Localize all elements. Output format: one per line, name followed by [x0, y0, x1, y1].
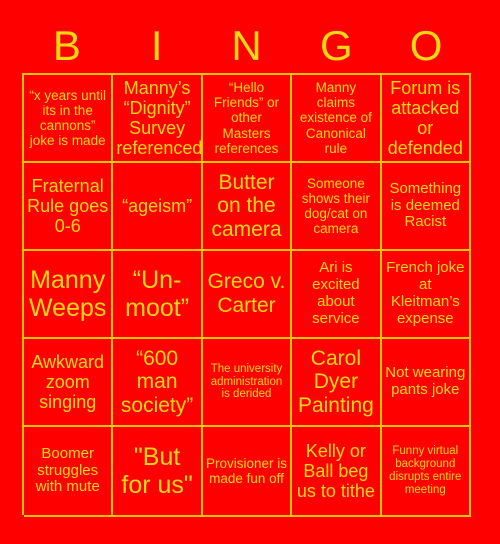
bingo-grid: “x years until its in the cannons” joke … [22, 73, 471, 517]
bingo-header: B I N G O [22, 18, 471, 73]
bingo-cell-r3c4[interactable]: Ari is excited about service [292, 251, 382, 339]
bingo-cell-r3c1[interactable]: Manny Weeps [24, 251, 114, 339]
bingo-cell-r5c1[interactable]: Boomer struggles with mute [24, 427, 114, 517]
bingo-cell-r2c4[interactable]: Someone shows their dog/cat on camera [292, 163, 382, 251]
bingo-cell-text: Manny claims existence of Canonical rule [299, 80, 372, 156]
bingo-cell-text: French joke at Kleitman’s expense [386, 259, 465, 327]
bingo-cell-r1c5[interactable]: Forum is attacked or defended [381, 75, 471, 163]
bingo-cell-text: Ari is excited about service [312, 259, 360, 327]
bingo-cell-text: Provisioner is made fun off [205, 455, 287, 486]
bingo-cell-r1c1[interactable]: “x years until its in the cannons” joke … [24, 75, 114, 163]
bingo-cell-r5c2[interactable]: "But for us" [113, 427, 203, 517]
bingo-cell-text: “Hello Friends” or other Masters referen… [213, 80, 280, 156]
bingo-cell-text: Kelly or Ball beg us to tithe [296, 440, 375, 502]
bingo-cell-text: Fraternal Rule goes 0-6 [27, 175, 109, 237]
bingo-cell-text: Something is deemed Racist [389, 179, 462, 231]
bingo-cell-r4c1[interactable]: Awkward zoom singing [24, 339, 114, 427]
header-letter-n: N [231, 21, 262, 69]
bingo-cell-r4c4[interactable]: Carol Dyer Painting [292, 339, 382, 427]
bingo-cell-text: The university administration is derided [210, 362, 283, 401]
bingo-cell-text: “ageism” [122, 195, 193, 216]
bingo-cell-text: “Un-moot” [125, 266, 190, 322]
bingo-cell-text: Funny virtual background disrupts entire… [389, 445, 462, 496]
bingo-cell-r2c2[interactable]: “ageism” [113, 163, 203, 251]
bingo-cell-text: Not wearing pants joke [385, 364, 466, 398]
bingo-cell-r5c4[interactable]: Kelly or Ball beg us to tithe [292, 427, 382, 517]
bingo-cell-r4c5[interactable]: Not wearing pants joke [381, 339, 471, 427]
bingo-cell-r2c1[interactable]: Fraternal Rule goes 0-6 [24, 163, 114, 251]
bingo-cell-text: Forum is attacked or defended [387, 77, 463, 159]
bingo-cell-r4c2[interactable]: “600 man society” [113, 339, 203, 427]
bingo-cell-text: "But for us" [121, 443, 193, 499]
bingo-cell-r4c3[interactable]: The university administration is derided [202, 339, 293, 427]
header-letter-b: B [52, 21, 81, 69]
bingo-cell-r2c3[interactable]: Butter on the camera [202, 163, 293, 251]
bingo-cell-text: Greco v. Carter [207, 270, 286, 317]
bingo-cell-r3c5[interactable]: French joke at Kleitman’s expense [381, 251, 471, 339]
header-letter-g: G [319, 21, 353, 69]
bingo-cell-text: Boomer struggles with mute [35, 444, 100, 496]
header-letter-i: I [150, 21, 163, 69]
bingo-cell-text: Someone shows their dog/cat on camera [301, 175, 371, 237]
bingo-cell-r5c3[interactable]: Provisioner is made fun off [202, 427, 293, 517]
bingo-cell-text: Manny Weeps [29, 266, 107, 322]
bingo-cell-r2c5[interactable]: Something is deemed Racist [381, 163, 471, 251]
bingo-cell-r1c4[interactable]: Manny claims existence of Canonical rule [292, 75, 382, 163]
bingo-cell-r3c3[interactable]: Greco v. Carter [202, 251, 293, 339]
bingo-cell-text: Carol Dyer Painting [297, 346, 374, 417]
bingo-cell-r3c2[interactable]: “Un-moot” [113, 251, 203, 339]
bingo-cell-text: “x years until its in the cannons” joke … [29, 87, 106, 149]
bingo-cell-r5c5[interactable]: Funny virtual background disrupts entire… [381, 427, 471, 517]
bingo-cell-r1c3[interactable]: “Hello Friends” or other Masters referen… [202, 75, 293, 163]
header-letter-o: O [409, 21, 443, 69]
bingo-card: B I N G O “x years until its in the cann… [0, 0, 500, 544]
bingo-cell-text: “600 man society” [120, 346, 194, 417]
bingo-cell-text: Awkward zoom singing [31, 351, 105, 413]
bingo-cell-r1c2[interactable]: Manny’s “Dignity” Survey referenced [113, 75, 203, 163]
bingo-cell-text: Manny’s “Dignity” Survey referenced [116, 77, 203, 159]
bingo-cell-text: Butter on the camera [211, 170, 282, 241]
